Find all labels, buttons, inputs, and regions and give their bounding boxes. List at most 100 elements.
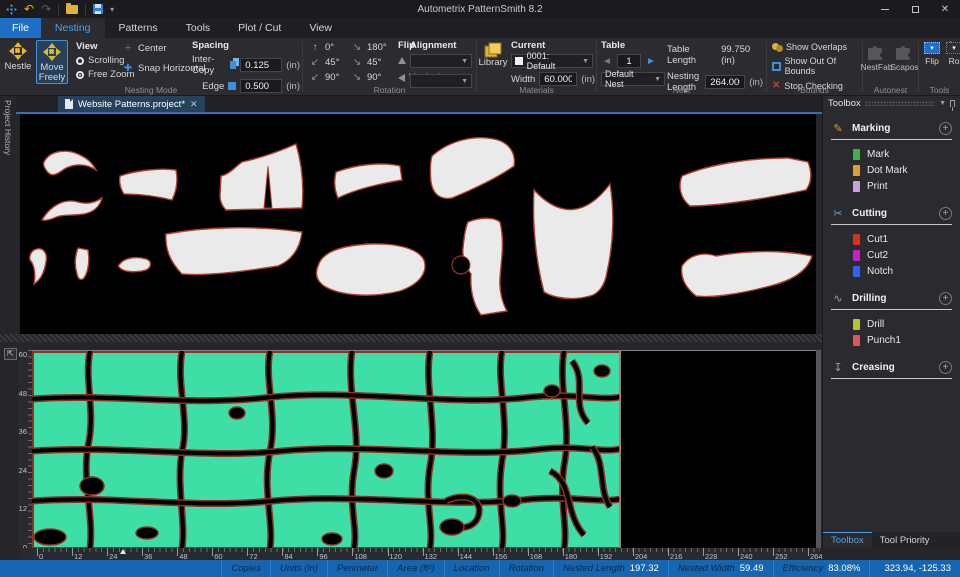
material-width-input[interactable] bbox=[539, 72, 577, 86]
patterns-canvas-svg bbox=[20, 114, 816, 334]
group-nest: Table ◄ ► Default Nest▼ Table Length 99.… bbox=[597, 38, 766, 96]
rotate-45-cw-button[interactable]: ↘45° bbox=[351, 57, 387, 68]
radio-icon bbox=[76, 71, 84, 79]
move-freely-icon bbox=[43, 43, 61, 61]
qat-dropdown-icon[interactable]: ▾ bbox=[110, 5, 114, 14]
overlaps-icon bbox=[772, 43, 782, 52]
ruler-marker-icon bbox=[120, 549, 126, 554]
app-window: ↶ ↷ ▾ Autometrix PatternSmith 8.2 ✕ File… bbox=[0, 0, 960, 577]
toolbox-section-cutting[interactable]: ✂Cutting+ bbox=[831, 204, 952, 222]
pin-icon[interactable] bbox=[950, 100, 955, 107]
project-history-tab[interactable]: Project History bbox=[3, 100, 13, 155]
width-label: Width bbox=[511, 74, 535, 85]
save-icon[interactable] bbox=[93, 4, 103, 14]
group-label: Nesting Mode bbox=[0, 85, 302, 95]
minimize-button[interactable] bbox=[870, 0, 900, 18]
pencil-icon: ✎ bbox=[831, 122, 845, 135]
tool-label: Notch bbox=[867, 266, 893, 277]
document-icon bbox=[65, 99, 73, 109]
patterns-canvas[interactable] bbox=[20, 114, 816, 334]
add-tool-button[interactable]: + bbox=[939, 361, 952, 374]
table-length-value: 99.750 (in) bbox=[721, 44, 763, 66]
tool-item[interactable]: Cut1 bbox=[831, 231, 952, 247]
add-tool-button[interactable]: + bbox=[939, 122, 952, 135]
tab-file[interactable]: File bbox=[0, 18, 41, 38]
toolbox-section-marking[interactable]: ✎Marking+ bbox=[831, 119, 952, 137]
undo-icon[interactable]: ↶ bbox=[24, 4, 34, 14]
inter-copy-input[interactable] bbox=[240, 58, 282, 72]
nestle-button[interactable]: Nestle bbox=[2, 40, 34, 84]
tab-view[interactable]: View bbox=[295, 18, 346, 38]
alignment-heading: Alignment bbox=[410, 40, 472, 51]
show-out-of-bounds-button[interactable]: Show Out Of Bounds bbox=[772, 56, 862, 76]
group-label: Tools bbox=[919, 85, 960, 95]
toolbox-section-drilling[interactable]: ∿Drilling+ bbox=[831, 289, 952, 307]
ruler-label: 60 bbox=[19, 350, 27, 359]
group-label: Nest bbox=[597, 85, 766, 95]
tool-item[interactable]: Mark bbox=[831, 146, 952, 162]
tab-tools[interactable]: Tools bbox=[172, 18, 225, 38]
tab-nesting[interactable]: Nesting bbox=[41, 18, 105, 38]
current-material-dropdown[interactable]: 0001: Default ▼ bbox=[511, 54, 593, 68]
panel-menu-icon[interactable]: ▼ bbox=[939, 100, 946, 107]
tab-plot-cut[interactable]: Plot / Cut bbox=[224, 18, 295, 38]
panel-grip[interactable] bbox=[865, 101, 935, 106]
nest-move-icon[interactable] bbox=[6, 4, 17, 15]
library-button[interactable]: Library bbox=[479, 40, 507, 84]
nestfab-button[interactable]: NestFab bbox=[863, 40, 890, 84]
tab-patterns[interactable]: Patterns bbox=[105, 18, 172, 38]
pane-splitter[interactable] bbox=[0, 334, 960, 342]
rotate-0-button[interactable]: ↑0° bbox=[309, 42, 339, 53]
group-bounds: Show Overlaps Show Out Of Bounds ✕ Stop … bbox=[767, 38, 862, 96]
tool-item[interactable]: Drill bbox=[831, 316, 952, 332]
open-folder-icon[interactable] bbox=[66, 5, 78, 14]
nestle-icon bbox=[9, 42, 27, 60]
show-overlaps-button[interactable]: Show Overlaps bbox=[772, 42, 862, 52]
table-heading: Table bbox=[601, 40, 665, 51]
crease-icon: ↧ bbox=[831, 361, 845, 374]
rotate-90-ccw-button[interactable]: ↙90° bbox=[309, 72, 339, 83]
table-number-input[interactable] bbox=[617, 54, 641, 68]
tool-item[interactable]: Dot Mark bbox=[831, 162, 952, 178]
table-prev-icon[interactable]: ◄ bbox=[601, 56, 613, 67]
add-tool-button[interactable]: + bbox=[939, 292, 952, 305]
divider bbox=[58, 4, 59, 15]
tool-item[interactable]: Print bbox=[831, 178, 952, 194]
nest-select-dropdown[interactable]: Default Nest▼ bbox=[601, 72, 665, 86]
group-label: Rotation bbox=[303, 85, 476, 95]
nest-canvas[interactable] bbox=[32, 350, 816, 548]
ruler-origin-button[interactable]: ⇱ bbox=[4, 348, 17, 360]
document-tab[interactable]: Website Patterns.project* ✕ bbox=[58, 96, 205, 112]
alignment-dropdown-1[interactable]: ▼ bbox=[410, 54, 472, 68]
collapse-ribbon-icon[interactable]: ⌃ bbox=[947, 40, 954, 49]
panel-tab-toolbox[interactable]: Toolbox bbox=[823, 532, 872, 548]
scapos-button[interactable]: Scapos bbox=[891, 40, 918, 84]
toolbox-header[interactable]: Toolbox ▼ bbox=[823, 96, 960, 111]
status-field: Efficiency83.08% bbox=[773, 560, 870, 577]
rotate-180-button[interactable]: ↘180° bbox=[351, 42, 387, 53]
group-rotation: ↑0° ↙45° ↙90° ↘180° ↘45° ↘90° Flip Horiz… bbox=[303, 38, 476, 96]
rotate-90-cw-button[interactable]: ↘90° bbox=[351, 72, 387, 83]
panel-tab-tool-priority[interactable]: Tool Priority bbox=[872, 532, 938, 548]
tool-item[interactable]: Punch1 bbox=[831, 332, 952, 348]
status-field: Perimeter bbox=[327, 560, 387, 577]
close-button[interactable]: ✕ bbox=[930, 0, 960, 18]
move-freely-button[interactable]: Move Freely bbox=[36, 40, 68, 84]
tool-color-chip bbox=[853, 266, 860, 277]
add-tool-button[interactable]: + bbox=[939, 207, 952, 220]
tool-item[interactable]: Cut2 bbox=[831, 247, 952, 263]
rotate-45-ccw-button[interactable]: ↙45° bbox=[309, 57, 339, 68]
maximize-button[interactable] bbox=[900, 0, 930, 18]
toolbox-section-creasing[interactable]: ↧Creasing+ bbox=[831, 358, 952, 376]
tool-color-chip bbox=[853, 319, 860, 330]
redo-icon: ↷ bbox=[41, 4, 51, 14]
table-next-icon[interactable]: ► bbox=[645, 56, 657, 67]
table-length-label: Table Length bbox=[667, 44, 717, 66]
vertical-scrollbar[interactable] bbox=[816, 350, 821, 548]
nest-pane: ⇱ 60483624120 bbox=[0, 342, 822, 548]
quick-access-toolbar: ↶ ↷ ▾ bbox=[0, 4, 114, 15]
close-tab-icon[interactable]: ✕ bbox=[190, 99, 198, 110]
tool-color-chip bbox=[853, 149, 860, 160]
tool-item[interactable]: Notch bbox=[831, 263, 952, 279]
flip-tool-button[interactable]: ▾ Flip bbox=[921, 40, 943, 84]
